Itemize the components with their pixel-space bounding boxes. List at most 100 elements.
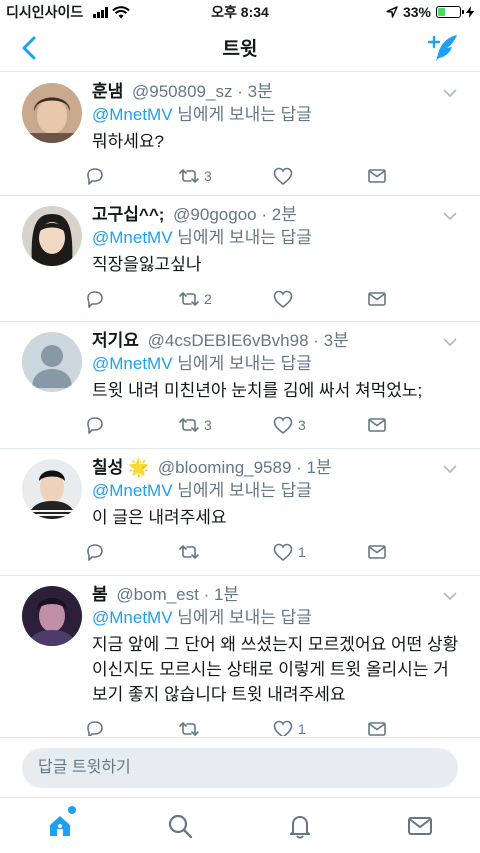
tweet-timestamp: · 1분 — [203, 585, 240, 604]
new-content-dot — [68, 806, 76, 814]
chevron-down-icon[interactable] — [442, 461, 458, 477]
reply-button[interactable] — [84, 165, 178, 187]
tweet[interactable]: 훈냄 @950809_sz · 3분 @MnetMV 님에게 보내는 답글 뭐하… — [0, 73, 480, 196]
mention-link[interactable]: @MnetMV — [92, 105, 173, 124]
direct-message-button[interactable] — [366, 414, 460, 436]
tweet-header: 칠성 🌟 @blooming_9589 · 1분 — [92, 457, 460, 479]
back-arrow-icon[interactable] — [16, 34, 44, 62]
mention-link[interactable]: @MnetMV — [92, 481, 173, 500]
reply-input[interactable] — [22, 748, 458, 788]
reply-button[interactable] — [84, 288, 178, 310]
avatar[interactable] — [22, 332, 82, 392]
bell-icon — [290, 815, 310, 839]
like-button[interactable]: 3 — [272, 414, 366, 436]
tweet[interactable]: 칠성 🌟 @blooming_9589 · 1분 @MnetMV 님에게 보내는… — [0, 449, 480, 576]
tweet-author-handle[interactable]: @bom_est — [116, 585, 198, 604]
tab-search[interactable] — [120, 798, 240, 853]
tweet-text: 뭐하세요? — [92, 132, 165, 151]
tweet-header: 훈냄 @950809_sz · 3분 — [92, 81, 460, 103]
avatar[interactable] — [22, 206, 82, 266]
tweet-text: 지금 앞에 그 단어 왜 쓰셨는지 모르겠어요 어떤 상황이신지도 모르시는 상… — [92, 635, 459, 704]
retweet-count: 3 — [204, 417, 212, 433]
avatar[interactable] — [22, 586, 82, 646]
mention-link[interactable]: @MnetMV — [92, 354, 173, 373]
status-bar: 디시인사이드 오후 8:34 33% — [0, 0, 480, 24]
avatar-image — [22, 586, 82, 646]
heart-icon — [273, 290, 293, 309]
status-right: 33% — [386, 4, 474, 20]
reply-button[interactable] — [84, 718, 178, 736]
direct-message-button[interactable] — [366, 165, 460, 187]
reply-button[interactable] — [84, 414, 178, 436]
chevron-down-icon[interactable] — [442, 588, 458, 604]
like-button[interactable] — [272, 288, 366, 310]
retweet-icon — [179, 292, 199, 306]
tweet-text: 이 글은 내려주세요 — [92, 508, 227, 527]
reply-context-text: 님에게 보내는 답글 — [172, 481, 312, 500]
reply-context-text: 님에게 보내는 답글 — [172, 354, 312, 373]
envelope-icon — [368, 418, 386, 432]
like-button[interactable] — [272, 165, 366, 187]
envelope-icon — [368, 545, 386, 559]
bottom-tab-bar — [0, 797, 480, 853]
tweet[interactable]: 봄 @bom_est · 1분 @MnetMV 님에게 보내는 답글 지금 앞에… — [0, 576, 480, 736]
reply-feed: 훈냄 @950809_sz · 3분 @MnetMV 님에게 보내는 답글 뭐하… — [0, 73, 480, 736]
tweet-author-name[interactable]: 고구십^^; — [92, 205, 164, 224]
like-button[interactable]: 1 — [272, 718, 366, 736]
direct-message-button[interactable] — [366, 288, 460, 310]
tweet-author-handle[interactable]: @950809_sz — [132, 82, 232, 101]
tweet-author-handle[interactable]: @90gogoo — [173, 205, 256, 224]
compose-tweet-icon[interactable] — [426, 32, 460, 64]
tweet-author-name[interactable]: 훈냄 — [92, 82, 123, 101]
tab-messages[interactable] — [360, 798, 480, 853]
retweet-button[interactable] — [178, 718, 272, 736]
reply-context: @MnetMV 님에게 보내는 답글 — [92, 103, 460, 127]
default-avatar-icon — [22, 332, 82, 392]
tweet-author-name[interactable]: 봄 — [92, 585, 108, 604]
tweet-author-name[interactable]: 칠성 🌟 — [92, 458, 149, 477]
location-arrow-icon — [386, 6, 398, 18]
retweet-button[interactable]: 2 — [178, 288, 272, 310]
reply-composer-bar — [0, 737, 480, 797]
mention-link[interactable]: @MnetMV — [92, 608, 173, 627]
retweet-button[interactable]: 3 — [178, 414, 272, 436]
heart-icon — [273, 543, 293, 562]
reply-context: @MnetMV 님에게 보내는 답글 — [92, 606, 460, 630]
mention-link[interactable]: @MnetMV — [92, 228, 173, 247]
tweet-author-name[interactable]: 저기요 — [92, 331, 139, 350]
reply-icon — [87, 544, 103, 561]
direct-message-button[interactable] — [366, 541, 460, 563]
envelope-icon — [408, 816, 432, 835]
battery-percent: 33% — [402, 4, 431, 20]
like-button[interactable]: 1 — [272, 541, 366, 563]
avatar[interactable] — [22, 83, 82, 143]
tweet[interactable]: 고구십^^; @90gogoo · 2분 @MnetMV 님에게 보내는 답글 … — [0, 196, 480, 322]
retweet-count: 3 — [204, 168, 212, 184]
tweet-timestamp: · 3분 — [237, 82, 273, 101]
like-count: 1 — [298, 544, 306, 560]
avatar[interactable] — [22, 459, 82, 519]
reply-icon — [87, 291, 103, 308]
chevron-down-icon[interactable] — [442, 334, 458, 350]
reply-button[interactable] — [84, 541, 178, 563]
tweet-author-handle[interactable]: @4csDEBIE6vBvh98 — [148, 331, 309, 350]
tweet-actions: 1 — [84, 707, 460, 736]
tweet[interactable]: 저기요 @4csDEBIE6vBvh98 · 3분 @MnetMV 님에게 보내… — [0, 322, 480, 449]
retweet-icon — [179, 722, 199, 736]
avatar-image — [22, 206, 82, 266]
tweet-header: 봄 @bom_est · 1분 — [92, 584, 460, 606]
chevron-down-icon[interactable] — [442, 85, 458, 101]
tweet-author-handle[interactable]: @blooming_9589 — [158, 458, 292, 477]
retweet-count: 2 — [204, 291, 212, 307]
battery-icon — [436, 6, 464, 18]
heart-icon — [273, 416, 293, 435]
tweet-header: 고구십^^; @90gogoo · 2분 — [92, 204, 460, 226]
retweet-button[interactable] — [178, 541, 272, 563]
home-icon — [50, 815, 70, 836]
tab-notifications[interactable] — [240, 798, 360, 853]
retweet-button[interactable]: 3 — [178, 165, 272, 187]
reply-icon — [87, 417, 103, 434]
direct-message-button[interactable] — [366, 718, 460, 736]
chevron-down-icon[interactable] — [442, 208, 458, 224]
tab-home[interactable] — [0, 798, 120, 853]
